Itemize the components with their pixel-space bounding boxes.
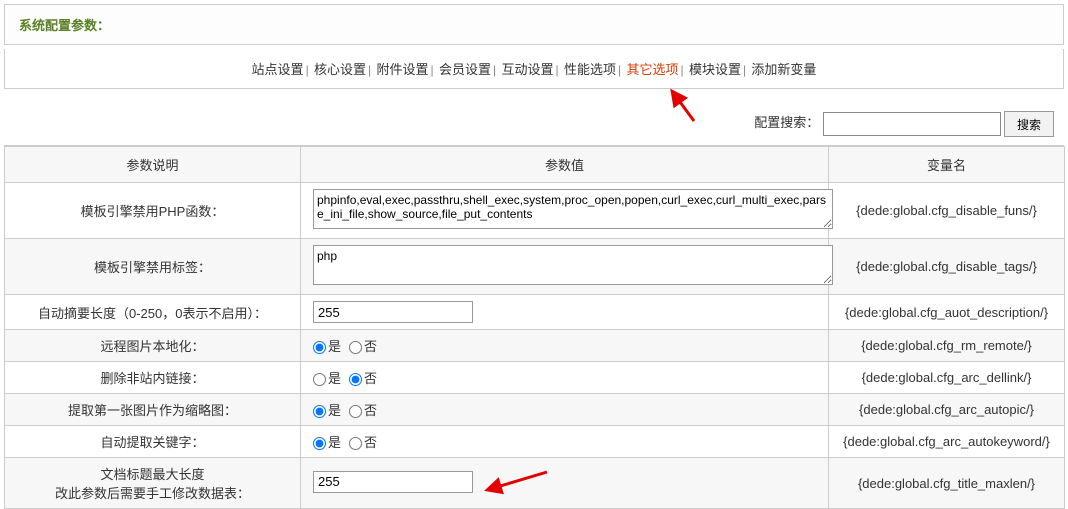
param-value-cell: 是否 xyxy=(301,394,829,426)
search-input[interactable] xyxy=(823,112,1001,136)
radio-yes[interactable] xyxy=(313,341,326,354)
tab-other[interactable]: 其它选项 xyxy=(626,62,678,77)
param-var: {dede:global.cfg_arc_autopic/} xyxy=(829,394,1065,426)
tab-core[interactable]: 核心设置 xyxy=(314,62,366,77)
table-row: 模板引擎禁用PHP函数： {dede:global.cfg_disable_fun… xyxy=(5,183,1065,239)
search-button[interactable]: 搜索 xyxy=(1004,111,1054,137)
param-desc: 自动摘要长度（0-250，0表示不启用）： xyxy=(5,295,301,330)
param-value-cell xyxy=(301,239,829,295)
param-var: {dede:global.cfg_rm_remote/} xyxy=(829,330,1065,362)
table-row: 自动摘要长度（0-250，0表示不启用）： {dede:global.cfg_au… xyxy=(5,295,1065,330)
tab-site[interactable]: 站点设置 xyxy=(252,62,304,77)
config-table: 参数说明 参数值 变量名 模板引擎禁用PHP函数： {dede:global.cf… xyxy=(4,146,1065,509)
radio-yes[interactable] xyxy=(313,405,326,418)
tab-attach[interactable]: 附件设置 xyxy=(377,62,429,77)
param-text-input[interactable] xyxy=(313,301,473,323)
param-value-cell xyxy=(301,458,829,509)
param-textarea[interactable] xyxy=(313,245,833,285)
annotation-arrow-icon xyxy=(481,470,551,496)
radio-yes[interactable] xyxy=(313,373,326,386)
param-var: {dede:global.cfg_auot_description/} xyxy=(829,295,1065,330)
radio-no-label[interactable]: 否 xyxy=(349,435,377,450)
table-row: 远程图片本地化：是否{dede:global.cfg_rm_remote/} xyxy=(5,330,1065,362)
col-desc: 参数说明 xyxy=(5,147,301,183)
radio-yes[interactable] xyxy=(313,437,326,450)
param-value-cell: 是否 xyxy=(301,362,829,394)
param-desc: 删除非站内链接： xyxy=(5,362,301,394)
param-var: {dede:global.cfg_arc_dellink/} xyxy=(829,362,1065,394)
param-var: {dede:global.cfg_arc_autokeyword/} xyxy=(829,426,1065,458)
table-row: 模板引擎禁用标签： {dede:global.cfg_disable_tags/} xyxy=(5,239,1065,295)
param-value-cell: 是否 xyxy=(301,426,829,458)
search-row: 配置搜索： 搜索 xyxy=(4,103,1064,146)
radio-no[interactable] xyxy=(349,373,362,386)
param-var: {dede:global.cfg_title_maxlen/} xyxy=(829,458,1065,509)
radio-yes-label[interactable]: 是 xyxy=(313,435,341,450)
param-value-cell xyxy=(301,183,829,239)
tab-module[interactable]: 模块设置 xyxy=(689,62,741,77)
param-desc: 文档标题最大长度改此参数后需要手工修改数据表： xyxy=(5,458,301,509)
col-var: 变量名 xyxy=(829,147,1065,183)
tabs-row: 站点设置| 核心设置| 附件设置| 会员设置| 互动设置| 性能选项| 其它选项… xyxy=(4,49,1064,89)
tab-perf[interactable]: 性能选项 xyxy=(564,62,616,77)
param-desc: 自动提取关键字： xyxy=(5,426,301,458)
radio-yes-label[interactable]: 是 xyxy=(313,371,341,386)
table-row: 文档标题最大长度改此参数后需要手工修改数据表： {dede:global.cfg_… xyxy=(5,458,1065,509)
page-title: 系统配置参数： xyxy=(19,18,110,33)
search-label: 配置搜索： xyxy=(754,115,819,130)
tab-interact[interactable]: 互动设置 xyxy=(501,62,553,77)
tab-member[interactable]: 会员设置 xyxy=(439,62,491,77)
param-value-cell: 是否 xyxy=(301,330,829,362)
radio-no-label[interactable]: 否 xyxy=(349,339,377,354)
param-desc: 模板引擎禁用PHP函数： xyxy=(5,183,301,239)
param-text-input[interactable] xyxy=(313,471,473,493)
col-value: 参数值 xyxy=(301,147,829,183)
radio-yes-label[interactable]: 是 xyxy=(313,339,341,354)
radio-no[interactable] xyxy=(349,405,362,418)
table-row: 自动提取关键字：是否{dede:global.cfg_arc_autokeywo… xyxy=(5,426,1065,458)
param-var: {dede:global.cfg_disable_tags/} xyxy=(829,239,1065,295)
param-desc: 提取第一张图片作为缩略图： xyxy=(5,394,301,426)
radio-no-label[interactable]: 否 xyxy=(349,371,377,386)
param-var: {dede:global.cfg_disable_funs/} xyxy=(829,183,1065,239)
table-row: 删除非站内链接：是否{dede:global.cfg_arc_dellink/} xyxy=(5,362,1065,394)
tab-addvar[interactable]: 添加新变量 xyxy=(751,62,816,77)
radio-no[interactable] xyxy=(349,437,362,450)
radio-no-label[interactable]: 否 xyxy=(349,403,377,418)
header-bar: 系统配置参数： xyxy=(4,4,1064,45)
param-desc: 远程图片本地化： xyxy=(5,330,301,362)
param-value-cell xyxy=(301,295,829,330)
radio-yes-label[interactable]: 是 xyxy=(313,403,341,418)
table-row: 提取第一张图片作为缩略图：是否{dede:global.cfg_arc_auto… xyxy=(5,394,1065,426)
radio-no[interactable] xyxy=(349,341,362,354)
param-textarea[interactable] xyxy=(313,189,833,229)
param-desc: 模板引擎禁用标签： xyxy=(5,239,301,295)
